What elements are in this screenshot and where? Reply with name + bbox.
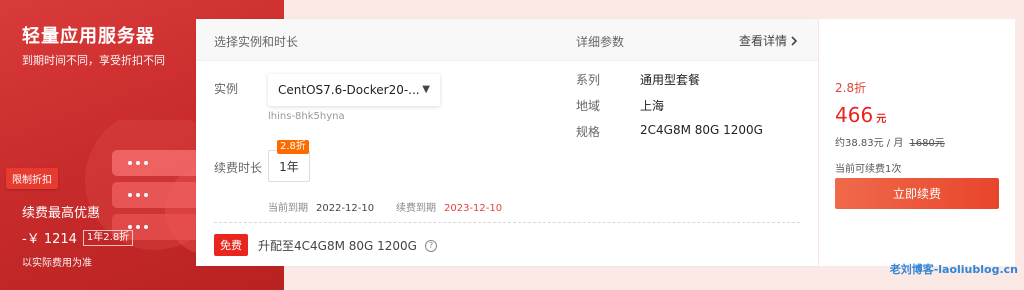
promo-save-row: -￥ 1214 1年2.8折 [22, 228, 134, 247]
price-per-month: 约38.83元 / 月 [835, 138, 904, 149]
detail-value-spec: 2C4G8M 80G 1200G [640, 123, 763, 137]
detail-key-spec: 规格 [576, 125, 601, 139]
card-header: 选择实例和时长 详细参数 查看详情 [196, 19, 818, 61]
price-panel: 2.8折 466 元 约38.83元 / 月 1680元 当前可续费1次 立即续… [819, 19, 1015, 266]
upgrade-text: 升配至4C4G8M 80G 1200G [258, 239, 417, 253]
price-discount: 2.8折 [835, 81, 867, 95]
instance-label: 实例 [214, 82, 239, 96]
renew-expiry-value: 2023-12-10 [444, 203, 503, 214]
instance-id: lhins-8hk5hyna [268, 111, 345, 122]
upgrade-offer: 升配至4C4G8M 80G 1200G ? [258, 237, 437, 254]
help-icon[interactable]: ? [424, 239, 437, 252]
limited-discount-tag: 限制折扣 [6, 168, 58, 189]
header-details: 详细参数 [576, 35, 625, 49]
view-details-link[interactable]: 查看详情 [739, 32, 798, 49]
view-details-label: 查看详情 [738, 34, 787, 48]
detail-key-series: 系列 [576, 73, 601, 87]
price-amount: 466 [835, 103, 874, 127]
detail-key-region: 地域 [576, 99, 601, 113]
current-expiry-value: 2022-12-10 [316, 203, 375, 214]
duration-discount-badge: 2.8折 [277, 140, 309, 154]
duration-label: 续费时长 [214, 161, 263, 175]
current-expiry-label: 当前到期 [268, 203, 308, 214]
promo-save-label: 续费最高优惠 [22, 206, 101, 221]
header-select-instance: 选择实例和时长 [214, 35, 299, 49]
price-total: 466 元 [835, 103, 886, 127]
divider [214, 222, 800, 223]
instance-select[interactable]: CentOS7.6-Docker20-... ▼ [268, 74, 440, 106]
promo-save-amount: -￥ 1214 [22, 232, 77, 247]
duration-option-label: 1年 [279, 159, 299, 174]
current-expiry: 当前到期 2022-12-10 [268, 199, 374, 214]
renew-expiry: 续费到期 2023-12-10 [396, 199, 502, 214]
renew-card: 选择实例和时长 详细参数 查看详情 实例 CentOS7.6-Docker20-… [196, 19, 818, 266]
price-unit: 元 [876, 114, 887, 125]
chevron-right-icon [791, 35, 798, 46]
promo-subtitle: 到期时间不同，享受折扣不同 [22, 54, 165, 67]
renew-expiry-label: 续费到期 [396, 203, 436, 214]
instance-select-value: CentOS7.6-Docker20-... [278, 83, 420, 97]
promo-note: 以实际费用为准 [22, 258, 92, 269]
price-original: 1680元 [909, 138, 945, 149]
renew-count: 当前可续费1次 [835, 164, 902, 175]
duration-option-1year[interactable]: 1年 [268, 150, 310, 182]
renew-now-button[interactable]: 立即续费 [835, 178, 999, 209]
detail-value-region: 上海 [640, 99, 665, 113]
detail-value-series: 通用型套餐 [640, 73, 701, 87]
promo-title: 轻量应用服务器 [22, 26, 155, 47]
promo-save-badge: 1年2.8折 [82, 229, 134, 246]
price-breakdown: 约38.83元 / 月 1680元 [835, 134, 945, 149]
free-badge: 免费 [214, 234, 248, 256]
watermark: 老刘博客-laoliublog.cn [889, 263, 1018, 276]
caret-down-icon: ▼ [422, 84, 430, 95]
